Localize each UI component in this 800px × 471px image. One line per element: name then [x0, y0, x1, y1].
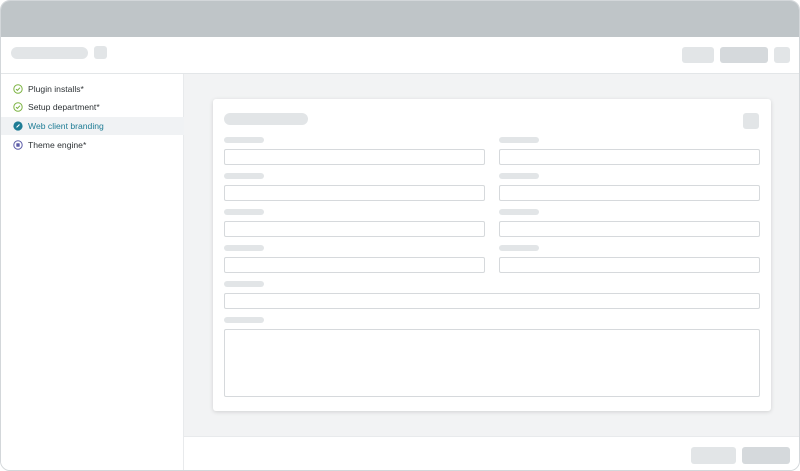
- field-label-placeholder: [499, 173, 539, 179]
- sidebar-item-plugin-installs[interactable]: Plugin installs*: [1, 80, 184, 98]
- sidebar-item-label: Theme engine*: [28, 140, 87, 150]
- card-action-button[interactable]: [743, 113, 759, 129]
- page-title-placeholder: [11, 47, 88, 59]
- sidebar-item-label: Setup department*: [28, 102, 100, 112]
- window-titlebar: [1, 1, 799, 37]
- field-label-placeholder: [224, 281, 264, 287]
- footer-primary-button[interactable]: [742, 447, 790, 464]
- footer-bar: [184, 436, 799, 470]
- text-field[interactable]: [499, 257, 760, 273]
- field-label-placeholder: [224, 209, 264, 215]
- text-field[interactable]: [499, 221, 760, 237]
- sidebar-item-label: Plugin installs*: [28, 84, 84, 94]
- sidebar-item-web-client-branding[interactable]: Web client branding: [1, 117, 184, 135]
- text-field-wide[interactable]: [224, 293, 760, 309]
- top-toolbar: [1, 37, 799, 74]
- wizard-sidebar: Plugin installs* Setup department* Web c…: [1, 74, 184, 470]
- sidebar-item-setup-department[interactable]: Setup department*: [1, 98, 184, 116]
- text-field[interactable]: [224, 221, 485, 237]
- field-label-placeholder: [224, 317, 264, 323]
- title-action-button[interactable]: [94, 46, 107, 59]
- toolbar-primary-button[interactable]: [720, 47, 768, 63]
- field-label-placeholder: [224, 137, 264, 143]
- form-card: [213, 99, 771, 411]
- textarea-field[interactable]: [224, 329, 760, 397]
- text-field[interactable]: [224, 149, 485, 165]
- text-field[interactable]: [224, 185, 485, 201]
- field-label-placeholder: [499, 245, 539, 251]
- pencil-circle-icon: [13, 121, 23, 131]
- field-label-placeholder: [224, 173, 264, 179]
- pending-circle-icon: [13, 140, 23, 150]
- text-field[interactable]: [499, 149, 760, 165]
- sidebar-item-label: Web client branding: [28, 121, 104, 131]
- field-label-placeholder: [499, 137, 539, 143]
- field-label-placeholder: [499, 209, 539, 215]
- sidebar-item-theme-engine[interactable]: Theme engine*: [1, 136, 184, 154]
- check-circle-icon: [13, 102, 23, 112]
- app-window: Plugin installs* Setup department* Web c…: [0, 0, 800, 471]
- footer-secondary-button[interactable]: [691, 447, 736, 464]
- text-field[interactable]: [224, 257, 485, 273]
- field-label-placeholder: [224, 245, 264, 251]
- card-title-placeholder: [224, 113, 308, 125]
- text-field[interactable]: [499, 185, 760, 201]
- toolbar-secondary-button[interactable]: [682, 47, 714, 63]
- check-circle-icon: [13, 84, 23, 94]
- toolbar-menu-button[interactable]: [774, 47, 790, 63]
